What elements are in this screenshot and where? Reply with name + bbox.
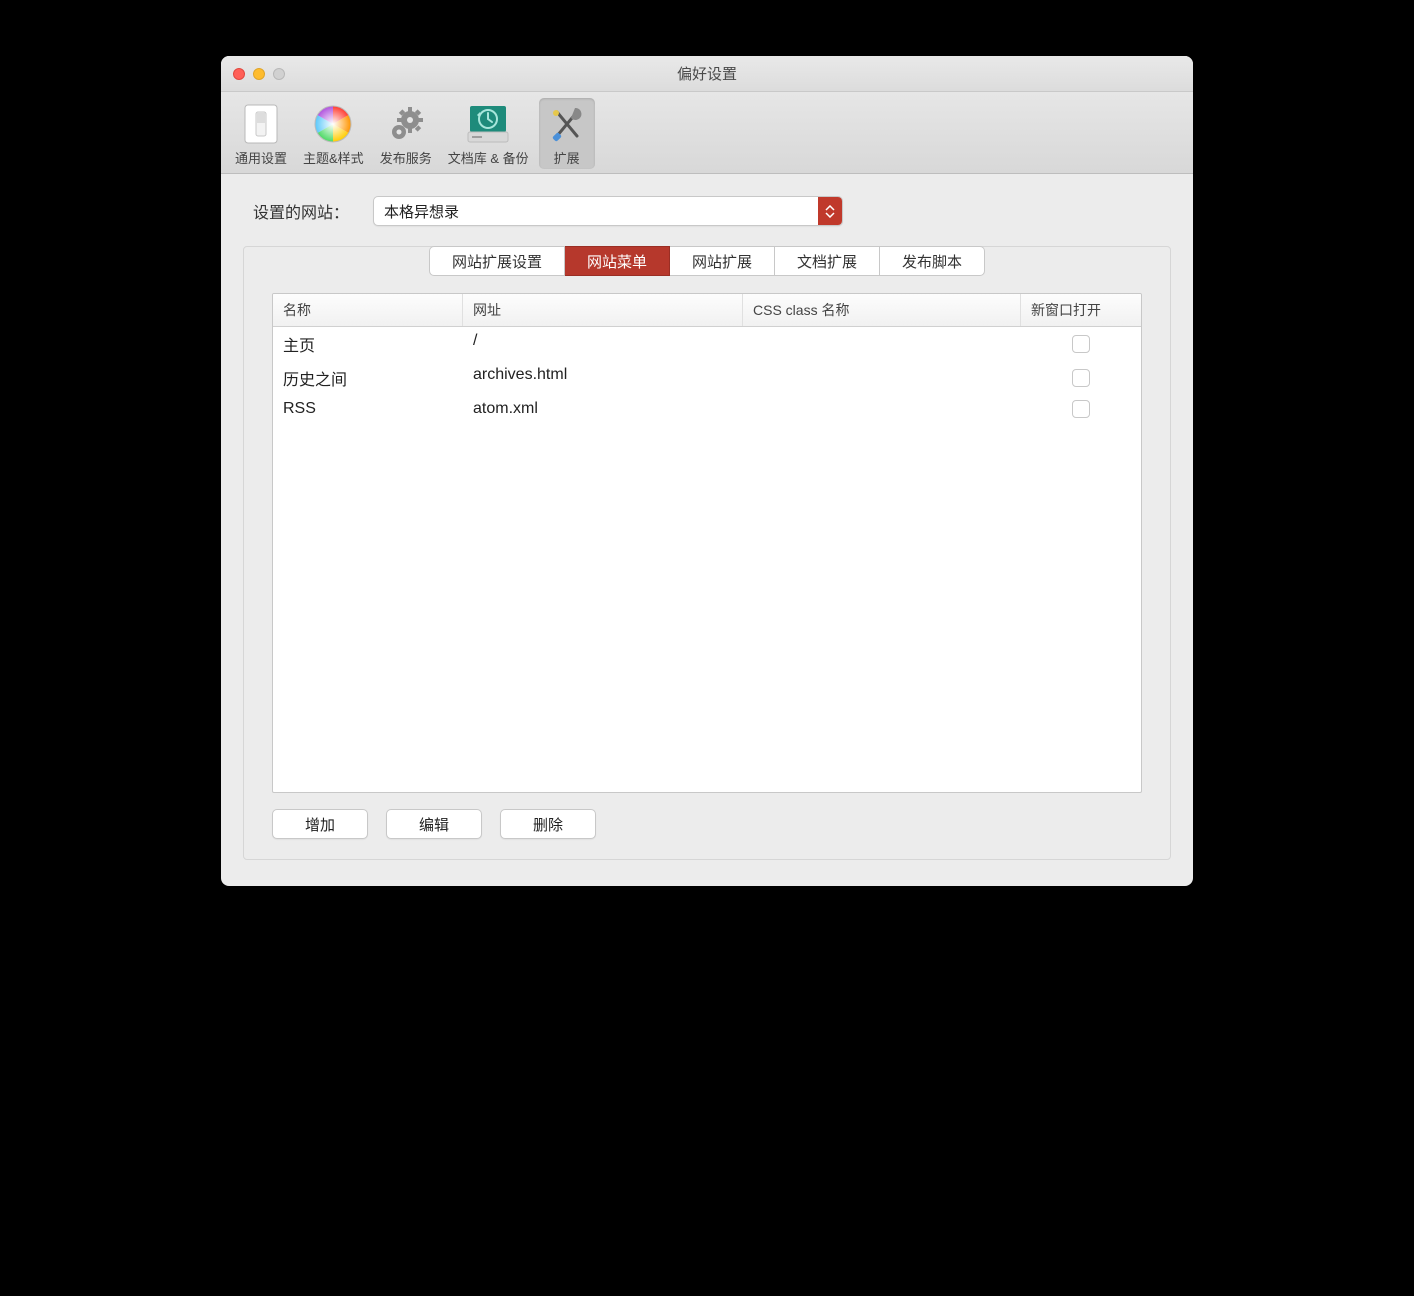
- tab-label: 网站菜单: [587, 251, 647, 272]
- toolbar-item-theme[interactable]: 主题&样式: [297, 98, 370, 169]
- delete-button[interactable]: 删除: [500, 809, 596, 839]
- table-header: 名称 网址 CSS class 名称 新窗口打开: [273, 294, 1141, 327]
- tab-label: 文档扩展: [797, 251, 857, 272]
- toolbar-item-label: 扩展: [554, 148, 580, 167]
- cell-newwin: [1021, 398, 1141, 420]
- newwin-checkbox[interactable]: [1072, 400, 1090, 418]
- toolbar-item-backup[interactable]: 文档库 & 备份: [442, 98, 535, 169]
- cell-name: 历史之间: [273, 364, 463, 392]
- newwin-checkbox[interactable]: [1072, 335, 1090, 353]
- site-select-value: 本格异想录: [374, 201, 818, 222]
- tab-doc-ext[interactable]: 文档扩展: [775, 246, 880, 276]
- cell-css: [743, 364, 1021, 392]
- toolbar-item-extensions[interactable]: 扩展: [539, 98, 595, 169]
- time-machine-icon: [466, 102, 510, 146]
- tab-segmented-control: 网站扩展设置 网站菜单 网站扩展 文档扩展 发布脚本: [272, 246, 1142, 276]
- site-select-popup[interactable]: 本格异想录: [373, 196, 843, 226]
- toolbar-item-label: 通用设置: [235, 148, 287, 167]
- toolbar-item-label: 主题&样式: [303, 148, 364, 167]
- action-row: 增加 编辑 删除: [272, 809, 1142, 839]
- cell-url: atom.xml: [463, 398, 743, 420]
- th-css[interactable]: CSS class 名称: [743, 294, 1021, 326]
- window-title: 偏好设置: [221, 63, 1193, 84]
- toolbar-item-general[interactable]: 通用设置: [229, 98, 293, 169]
- toolbar-item-publish[interactable]: 发布服务: [374, 98, 438, 169]
- newwin-checkbox[interactable]: [1072, 369, 1090, 387]
- site-select-label: 设置的网站：: [253, 199, 349, 223]
- th-newwin[interactable]: 新窗口打开: [1021, 294, 1141, 326]
- table-body: 主页 / 历史之间 archives.html RSS atom.xml: [273, 327, 1141, 423]
- traffic-lights: [221, 68, 285, 80]
- cell-css: [743, 330, 1021, 358]
- color-wheel-icon: [311, 102, 355, 146]
- th-url[interactable]: 网址: [463, 294, 743, 326]
- menu-table: 名称 网址 CSS class 名称 新窗口打开 主页 / 历史之间 archi…: [272, 293, 1142, 793]
- cell-newwin: [1021, 364, 1141, 392]
- cell-name: RSS: [273, 398, 463, 420]
- cell-css: [743, 398, 1021, 420]
- tab-ext-settings[interactable]: 网站扩展设置: [429, 246, 565, 276]
- zoom-button: [273, 68, 285, 80]
- tab-label: 发布脚本: [902, 251, 962, 272]
- th-name[interactable]: 名称: [273, 294, 463, 326]
- stepper-arrows-icon: [818, 197, 842, 225]
- table-row[interactable]: 历史之间 archives.html: [273, 361, 1141, 395]
- cell-url: /: [463, 330, 743, 358]
- add-button[interactable]: 增加: [272, 809, 368, 839]
- toolbar-item-label: 文档库 & 备份: [448, 148, 529, 167]
- toolbar: 通用设置: [221, 92, 1193, 174]
- switch-icon: [239, 102, 283, 146]
- cell-name: 主页: [273, 330, 463, 358]
- gear-icon: [384, 102, 428, 146]
- toolbar-item-label: 发布服务: [380, 148, 432, 167]
- extensions-panel: 网站扩展设置 网站菜单 网站扩展 文档扩展 发布脚本 名称 网址 CSS cla…: [243, 246, 1171, 860]
- tab-site-menu[interactable]: 网站菜单: [565, 246, 670, 276]
- preferences-window: 偏好设置 通用设置: [221, 56, 1193, 886]
- site-select-row: 设置的网站： 本格异想录: [243, 196, 1171, 226]
- cell-url: archives.html: [463, 364, 743, 392]
- content-area: 设置的网站： 本格异想录 网站扩展设置 网站菜单 网站扩展 文档扩展 发布脚本 …: [221, 174, 1193, 886]
- titlebar: 偏好设置: [221, 56, 1193, 92]
- tab-site-ext[interactable]: 网站扩展: [670, 246, 775, 276]
- close-button[interactable]: [233, 68, 245, 80]
- edit-button[interactable]: 编辑: [386, 809, 482, 839]
- tools-icon: [545, 102, 589, 146]
- tab-label: 网站扩展设置: [452, 251, 542, 272]
- tab-label: 网站扩展: [692, 251, 752, 272]
- tab-publish-script[interactable]: 发布脚本: [880, 246, 985, 276]
- table-row[interactable]: 主页 /: [273, 327, 1141, 361]
- cell-newwin: [1021, 330, 1141, 358]
- minimize-button[interactable]: [253, 68, 265, 80]
- table-row[interactable]: RSS atom.xml: [273, 395, 1141, 423]
